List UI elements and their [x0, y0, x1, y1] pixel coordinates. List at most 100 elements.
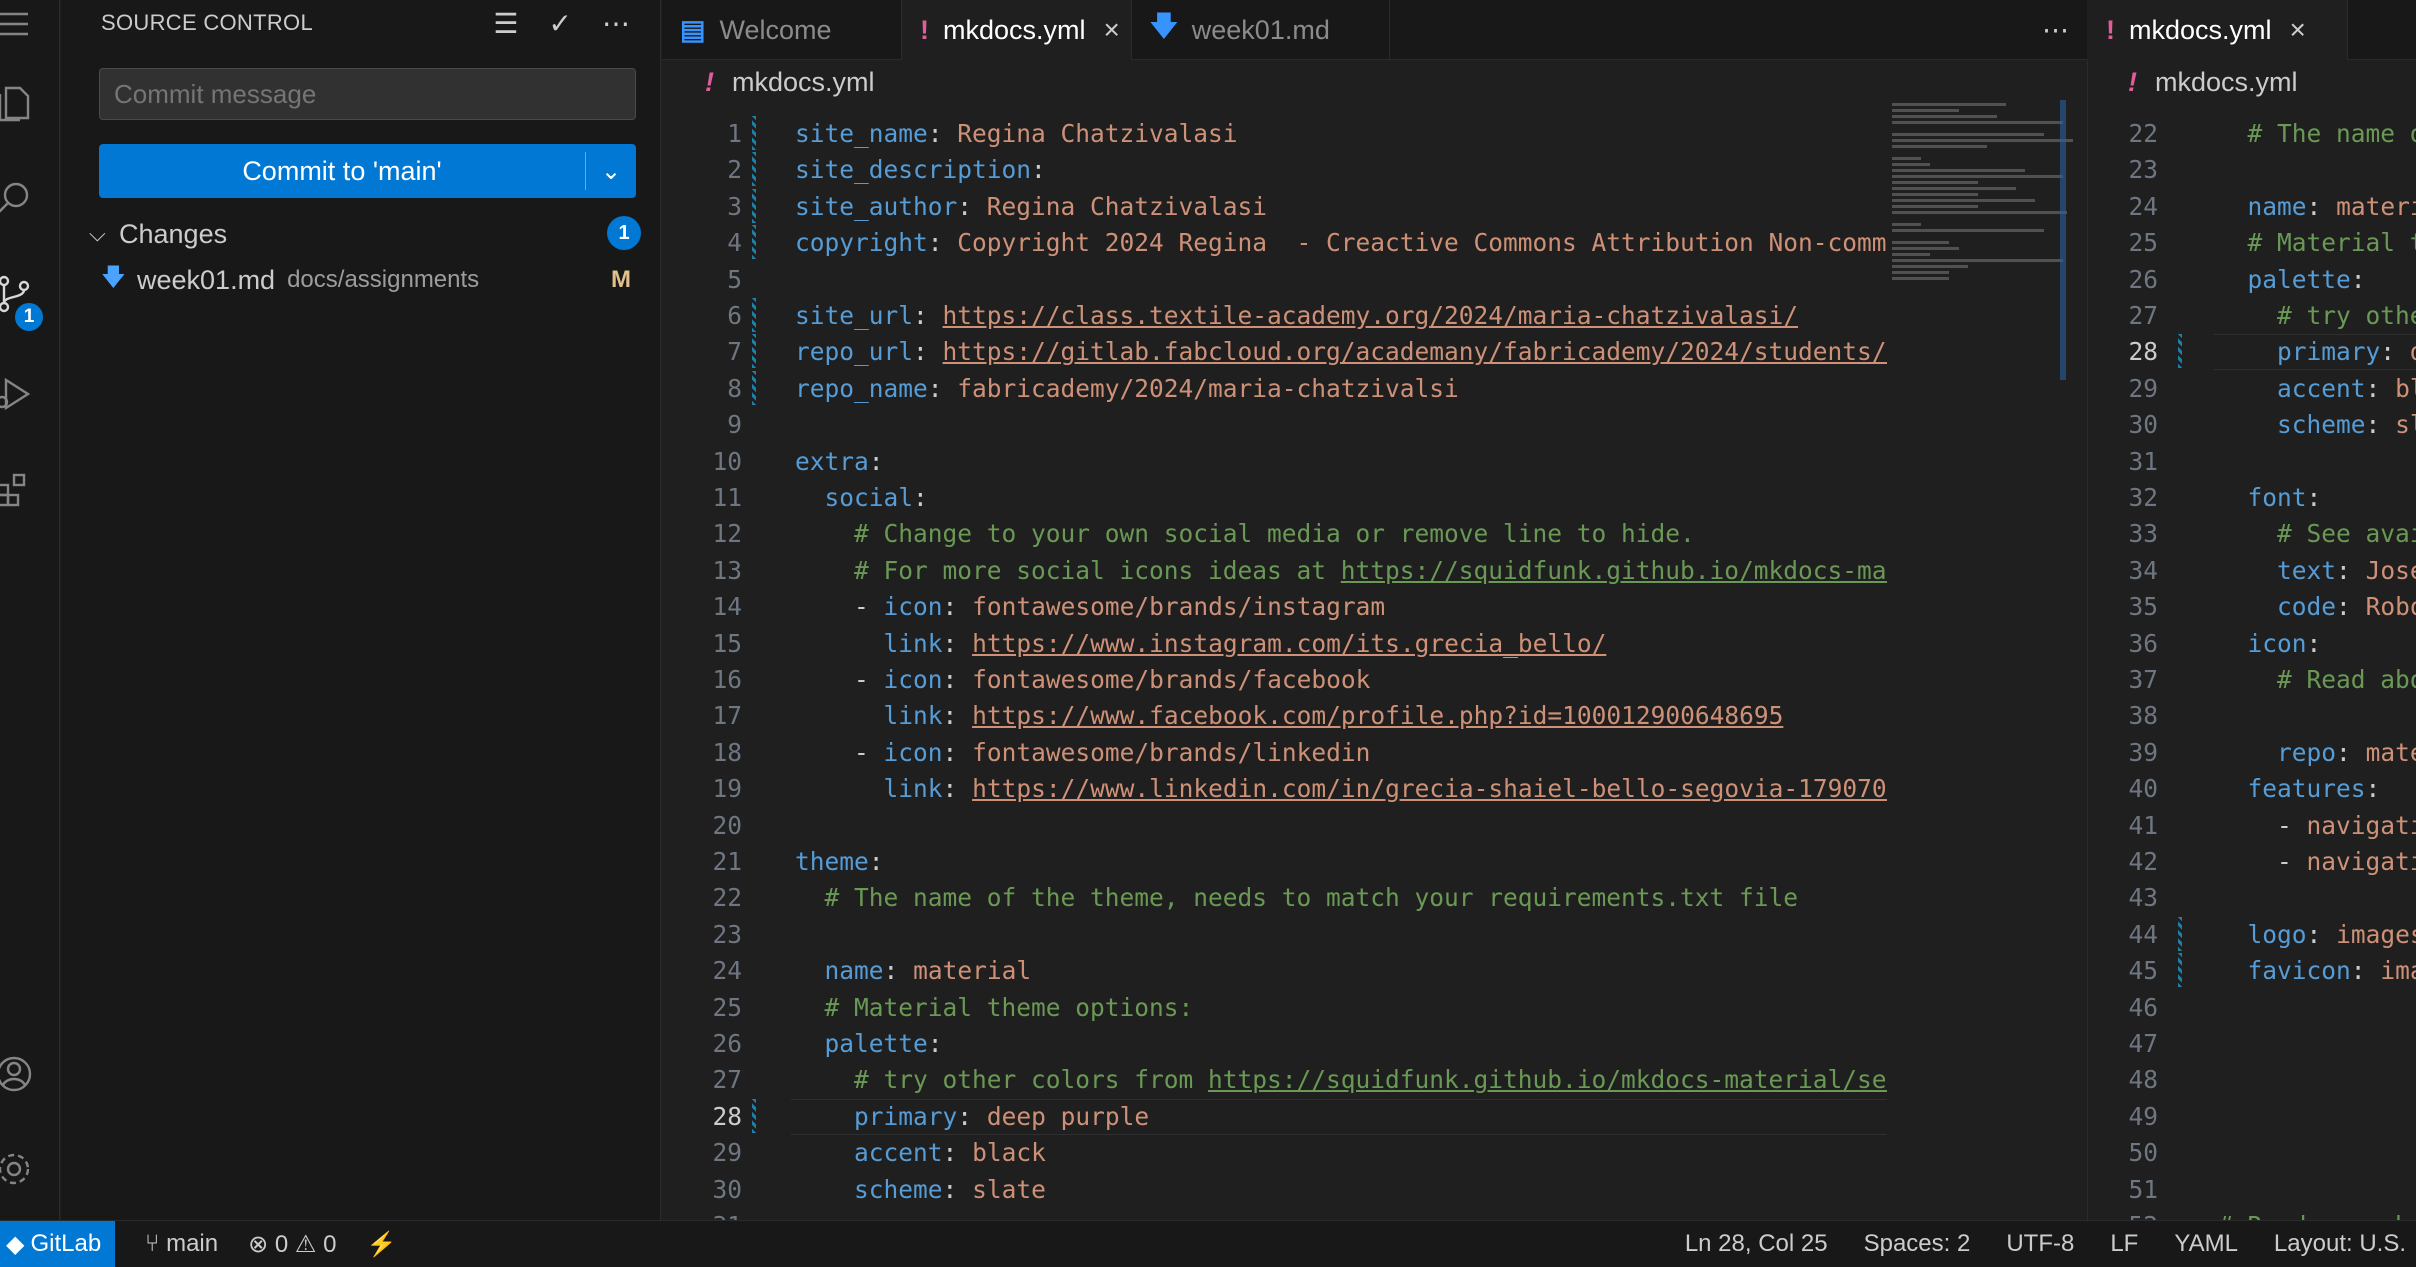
code-line[interactable]: - navigati — [2218, 844, 2416, 880]
breadcrumb-right[interactable]: ! mkdocs.yml — [2128, 62, 2298, 102]
code-line[interactable]: name: material — [795, 953, 1032, 989]
scm-badge: 1 — [12, 300, 46, 334]
cursor-position[interactable]: Ln 28, Col 25 — [1685, 1230, 1828, 1258]
editor-tabs-right: ! mkdocs.yml × — [2088, 0, 2416, 60]
code-line[interactable]: - icon: fontawesome/brands/facebook — [795, 662, 1370, 698]
code-line[interactable]: # For more social icons ideas at https:/… — [795, 553, 1887, 589]
code-line[interactable]: repo_name: fabricademy/2024/maria-chatzi… — [795, 371, 1459, 407]
code-line[interactable]: icon: — [2218, 626, 2322, 662]
tab-welcome[interactable]: ▤ Welcome — [662, 0, 902, 60]
code-line[interactable]: logo: images — [2218, 917, 2416, 953]
code-line[interactable]: # Change to your own social media or rem… — [795, 516, 1695, 552]
remote-indicator[interactable]: ◆ GitLab — [0, 1220, 115, 1267]
explorer-icon[interactable] — [0, 80, 38, 128]
breadcrumb-file[interactable]: mkdocs.yml — [732, 67, 875, 98]
code-line[interactable]: accent: bl — [2218, 371, 2416, 407]
code-line[interactable]: # The name o — [2218, 116, 2416, 152]
commit-message-input[interactable] — [99, 68, 636, 120]
branch-indicator[interactable]: ⑂ main — [145, 1230, 218, 1258]
view-as-list-icon[interactable]: ☰ — [493, 6, 518, 42]
broadcast-icon[interactable]: ⚡ — [366, 1230, 396, 1259]
code-line[interactable]: # Read abo — [2218, 662, 2416, 698]
code-line[interactable]: scheme: slate — [795, 1172, 1046, 1208]
line-number: 3 — [727, 191, 742, 221]
editor-left[interactable]: 1 site_name: Regina Chatzivalasi 2 site_des… — [662, 102, 1887, 1220]
tab-mkdocs-yml-right[interactable]: ! mkdocs.yml × — [2088, 0, 2348, 60]
close-icon[interactable]: × — [2290, 14, 2306, 46]
modified-gutter-marker — [752, 152, 756, 187]
code-line[interactable]: theme: — [795, 844, 884, 880]
code-line[interactable]: palette: — [795, 1026, 943, 1062]
editor-right[interactable]: 22 # The name o 23 24 name: materi 25 # Mat… — [2088, 102, 2416, 1220]
extensions-icon[interactable] — [0, 465, 38, 513]
changed-file-item[interactable]: 🡇 week01.md docs/assignments M — [101, 262, 651, 298]
chevron-down-icon[interactable]: ⌄ — [586, 144, 636, 198]
code-line[interactable]: extra: — [795, 444, 884, 480]
more-actions-icon[interactable]: ⋯ — [602, 6, 630, 42]
commit-button[interactable]: Commit to 'main' ⌄ — [99, 144, 636, 198]
code-line[interactable]: palette: — [2218, 262, 2366, 298]
breadcrumb-file[interactable]: mkdocs.yml — [2155, 67, 2298, 98]
menu-icon[interactable] — [0, 0, 38, 48]
line-number: 35 — [2128, 592, 2158, 622]
line-number: 6 — [727, 301, 742, 330]
code-line[interactable]: site_url: https://class.textile-academy.… — [795, 298, 1798, 334]
breadcrumb-left[interactable]: ! mkdocs.yml — [705, 62, 875, 102]
search-icon[interactable] — [0, 175, 38, 223]
settings-gear-icon[interactable] — [0, 1145, 38, 1193]
code-line[interactable]: accent: black — [795, 1135, 1046, 1171]
code-line[interactable]: social: — [795, 480, 928, 516]
code-line[interactable]: favicon: ima — [2218, 953, 2416, 989]
commit-check-icon[interactable]: ✓ — [549, 6, 572, 42]
more-actions-icon[interactable]: ⋯ — [2024, 0, 2087, 60]
code-line[interactable]: # The name of the theme, needs to match … — [795, 880, 1799, 916]
code-line[interactable]: repo: mate — [2218, 735, 2416, 771]
code-line[interactable]: - navigati — [2218, 808, 2416, 844]
tab-week01-md[interactable]: 🡇 week01.md — [1132, 0, 1390, 60]
line-number: 45 — [2128, 956, 2158, 986]
code-line[interactable]: # try other colors from https://squidfun… — [795, 1062, 1887, 1098]
line-number: 22 — [2128, 119, 2158, 148]
problems-indicator[interactable]: ⊗ 0 ⚠ 0 — [248, 1230, 336, 1259]
encoding[interactable]: UTF-8 — [2006, 1230, 2074, 1258]
line-number: 20 — [712, 810, 742, 840]
language-mode[interactable]: YAML — [2174, 1230, 2238, 1258]
code-line[interactable]: # Material t — [2218, 225, 2416, 261]
tab-mkdocs-yml[interactable]: ! mkdocs.yml × — [902, 0, 1132, 60]
code-line[interactable]: text: Jose — [2218, 553, 2416, 589]
run-debug-icon[interactable] — [0, 370, 38, 418]
code-line[interactable]: # See avai — [2218, 516, 2416, 552]
error-icon: ⊗ — [248, 1230, 269, 1258]
account-icon[interactable] — [0, 1050, 38, 1098]
end-of-line[interactable]: LF — [2110, 1230, 2138, 1258]
code-line[interactable]: # try othe — [2218, 298, 2416, 334]
close-icon[interactable]: × — [1104, 14, 1120, 46]
code-line[interactable]: - icon: fontawesome/brands/instagram — [795, 589, 1385, 625]
code-line[interactable]: link: https://www.linkedin.com/in/grecia… — [795, 771, 1887, 807]
code-line[interactable]: primary: d — [2218, 334, 2416, 370]
code-line[interactable]: scheme: sl — [2218, 407, 2416, 443]
commit-button-label[interactable]: Commit to 'main' — [99, 144, 585, 198]
minimap[interactable] — [1892, 100, 2082, 440]
code-line[interactable]: site_description: — [795, 152, 1046, 188]
keyboard-layout[interactable]: Layout: U.S. — [2274, 1230, 2406, 1258]
code-line[interactable]: features: — [2218, 771, 2381, 807]
code-line[interactable]: link: https://www.facebook.com/profile.p… — [795, 698, 1784, 734]
line-number: 39 — [2128, 737, 2158, 767]
code-line[interactable]: site_author: Regina Chatzivalasi — [795, 189, 1267, 225]
chevron-down-icon[interactable]: ⌵ — [89, 221, 119, 247]
code-line[interactable]: link: https://www.instagram.com/its.grec… — [795, 626, 1607, 662]
indentation[interactable]: Spaces: 2 — [1864, 1230, 1971, 1258]
code-line[interactable]: copyright: Copyright 2024 Regina - Creac… — [795, 225, 1887, 261]
code-line[interactable]: primary: deep purple — [795, 1099, 1149, 1135]
code-line[interactable]: - icon: fontawesome/brands/linkedin — [795, 735, 1370, 771]
code-line[interactable]: font: — [2218, 480, 2322, 516]
line-number: 28 — [712, 1101, 742, 1131]
changes-section-header[interactable]: ⌵ Changes 1 — [89, 216, 649, 252]
code-line[interactable]: repo_url: https://gitlab.fabcloud.org/ac… — [795, 334, 1887, 370]
code-line[interactable]: site_name: Regina Chatzivalasi — [795, 116, 1238, 152]
code-line[interactable]: code: Robo — [2218, 589, 2416, 625]
code-line[interactable]: # Material theme options: — [795, 990, 1194, 1026]
code-line[interactable]: # Read more he — [2218, 1208, 2416, 1220]
code-line[interactable]: name: materi — [2218, 189, 2416, 225]
